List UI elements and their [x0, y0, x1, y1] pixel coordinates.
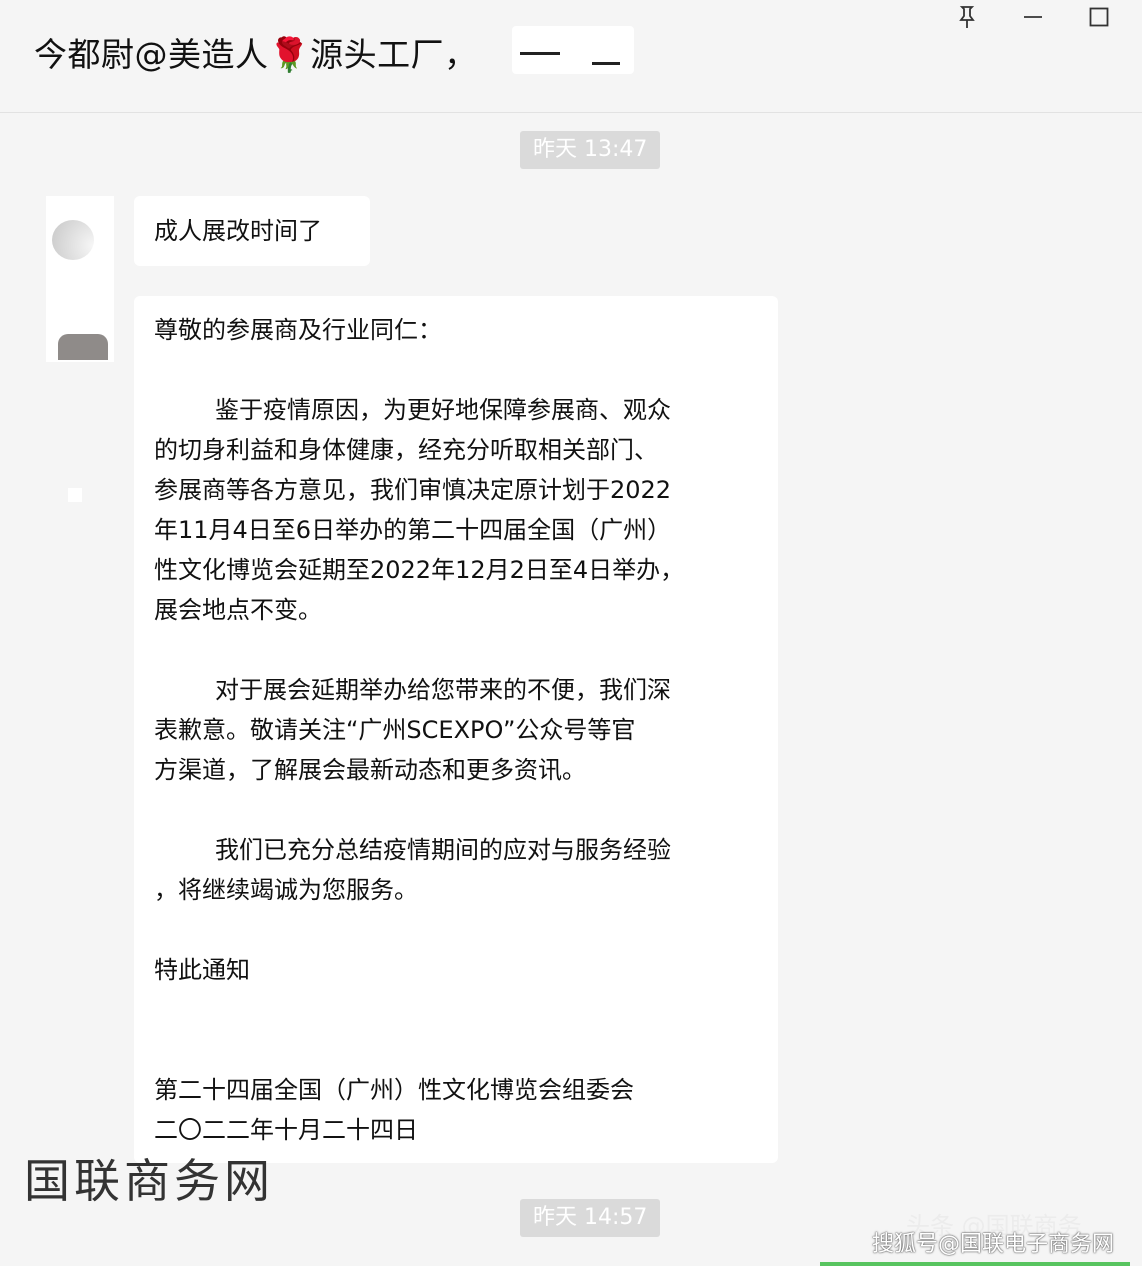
notice-line: 特此通知 [154, 956, 250, 984]
message-bubble[interactable]: 成人展改时间了 [134, 196, 370, 266]
watermark-guolian: 国联商务网 [24, 1154, 274, 1208]
notice-line: 第二十四届全国（广州）性文化博览会组委会 [154, 1076, 634, 1104]
notice-line: 展会地点不变。 [154, 596, 322, 624]
minimize-icon [1023, 7, 1043, 27]
notice-line: 的切身利益和身体健康，经充分听取相关部门、 [154, 436, 658, 464]
notice-line: ，将继续竭诚为您服务。 [154, 876, 418, 904]
pin-button[interactable] [950, 2, 984, 32]
sender-avatar[interactable] [46, 196, 114, 362]
chat-title: 今都尉@美造人🌹源头工厂， [34, 35, 478, 74]
message-text: 成人展改时间了 [154, 217, 322, 245]
redacted-title-segment [512, 26, 634, 74]
notice-line: 二〇二二年十月二十四日 [154, 1116, 418, 1144]
avatar-blur-fragment [68, 488, 82, 502]
notice-line: 年11月4日至6日举办的第二十四届全国（广州） [154, 516, 672, 544]
notice-line: 对于展会延期举办给您带来的不便，我们深 [154, 676, 672, 704]
watermark-sohu: 搜狐号@国联电子商务网 [872, 1232, 1115, 1257]
notice-message-bubble[interactable]: 尊敬的参展商及行业同仁： 鉴于疫情原因，为更好地保障参展商、观众 的切身利益和身… [134, 296, 778, 1163]
message-timestamp: 昨天 13:47 [520, 131, 661, 169]
notice-line: 方渠道，了解展会最新动态和更多资讯。 [154, 756, 586, 784]
notice-line: 表歉意。敬请关注“广州SCEXPO”公众号等官 [154, 716, 636, 744]
minimize-button[interactable] [1016, 2, 1050, 32]
maximize-icon [1089, 7, 1109, 27]
notice-line: 参展商等各方意见，我们审慎决定原计划于2022 [154, 476, 672, 504]
notice-line: 我们已充分总结疫情期间的应对与服务经验 [154, 836, 672, 864]
window-titlebar: 今都尉@美造人🌹源头工厂， [0, 0, 1142, 113]
pin-icon [957, 5, 977, 29]
message-timestamp: 昨天 14:57 [520, 1199, 661, 1237]
notice-line: 性文化博览会延期至2022年12月2日至4日举办， [154, 556, 685, 584]
notice-line: 鉴于疫情原因，为更好地保障参展商、观众 [154, 396, 672, 424]
notice-line: 尊敬的参展商及行业同仁： [154, 316, 442, 344]
maximize-button[interactable] [1082, 2, 1116, 32]
sent-bubble-edge [820, 1262, 1130, 1266]
